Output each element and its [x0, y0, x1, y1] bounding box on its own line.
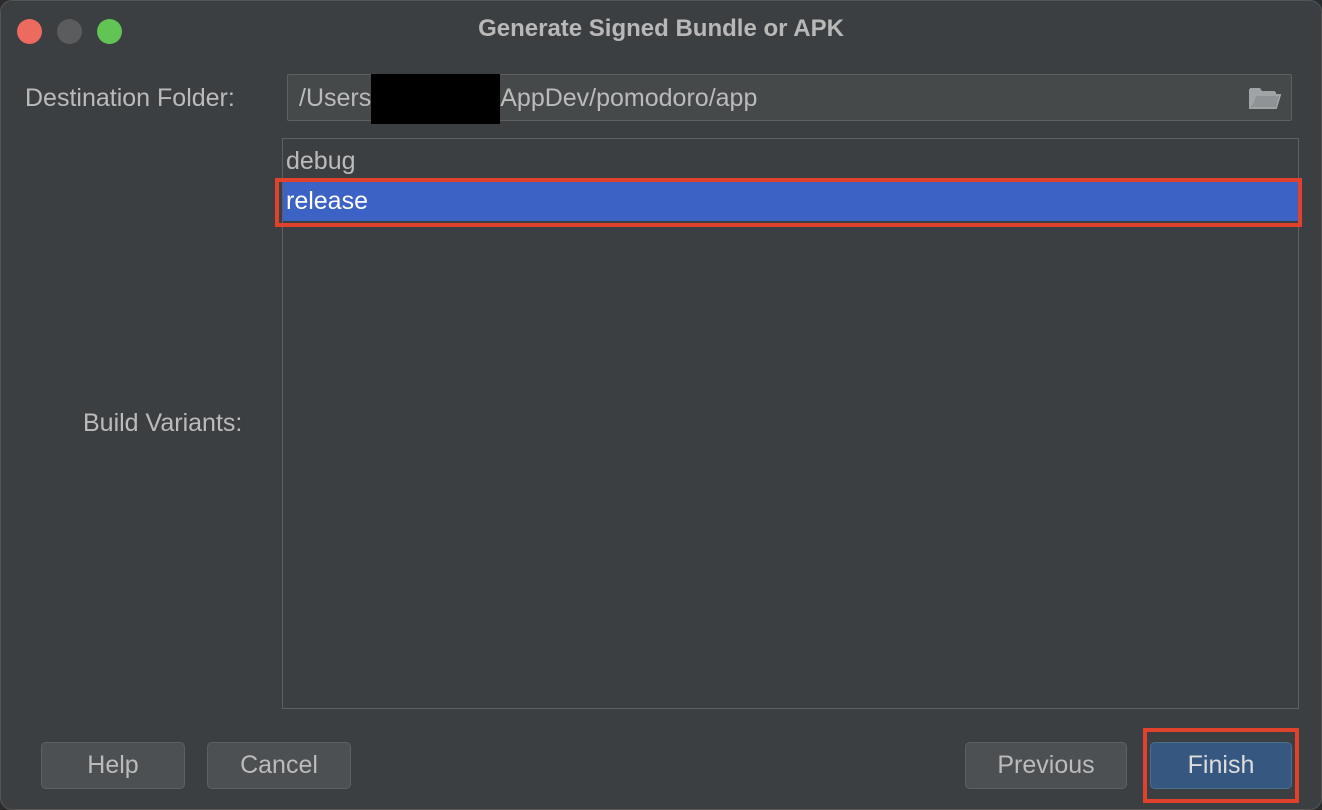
list-item-debug[interactable]: debug	[283, 141, 1298, 181]
build-variants-label: Build Variants:	[83, 409, 243, 437]
folder-open-icon[interactable]	[1249, 86, 1281, 110]
build-variants-list[interactable]: debug release	[282, 138, 1299, 709]
dialog-title: Generate Signed Bundle or APK	[478, 15, 844, 42]
list-item-release[interactable]: release	[283, 181, 1298, 221]
redaction-block	[371, 74, 501, 125]
help-button[interactable]: Help	[41, 742, 185, 789]
destination-folder-label: Destination Folder:	[25, 84, 235, 112]
title-bar: Generate Signed Bundle or APK	[1, 1, 1321, 59]
generate-signed-bundle-dialog: Generate Signed Bundle or APK Destinatio…	[0, 0, 1322, 810]
finish-button[interactable]: Finish	[1150, 742, 1292, 789]
previous-button[interactable]: Previous	[965, 742, 1127, 789]
destination-path-prefix: /Users	[299, 84, 372, 112]
destination-path-text: /Users AppDev/pomodoro/app	[299, 74, 758, 125]
destination-path-suffix: AppDev/pomodoro/app	[500, 84, 758, 112]
cancel-button[interactable]: Cancel	[207, 742, 351, 789]
destination-folder-field[interactable]: /Users AppDev/pomodoro/app	[287, 74, 1292, 125]
